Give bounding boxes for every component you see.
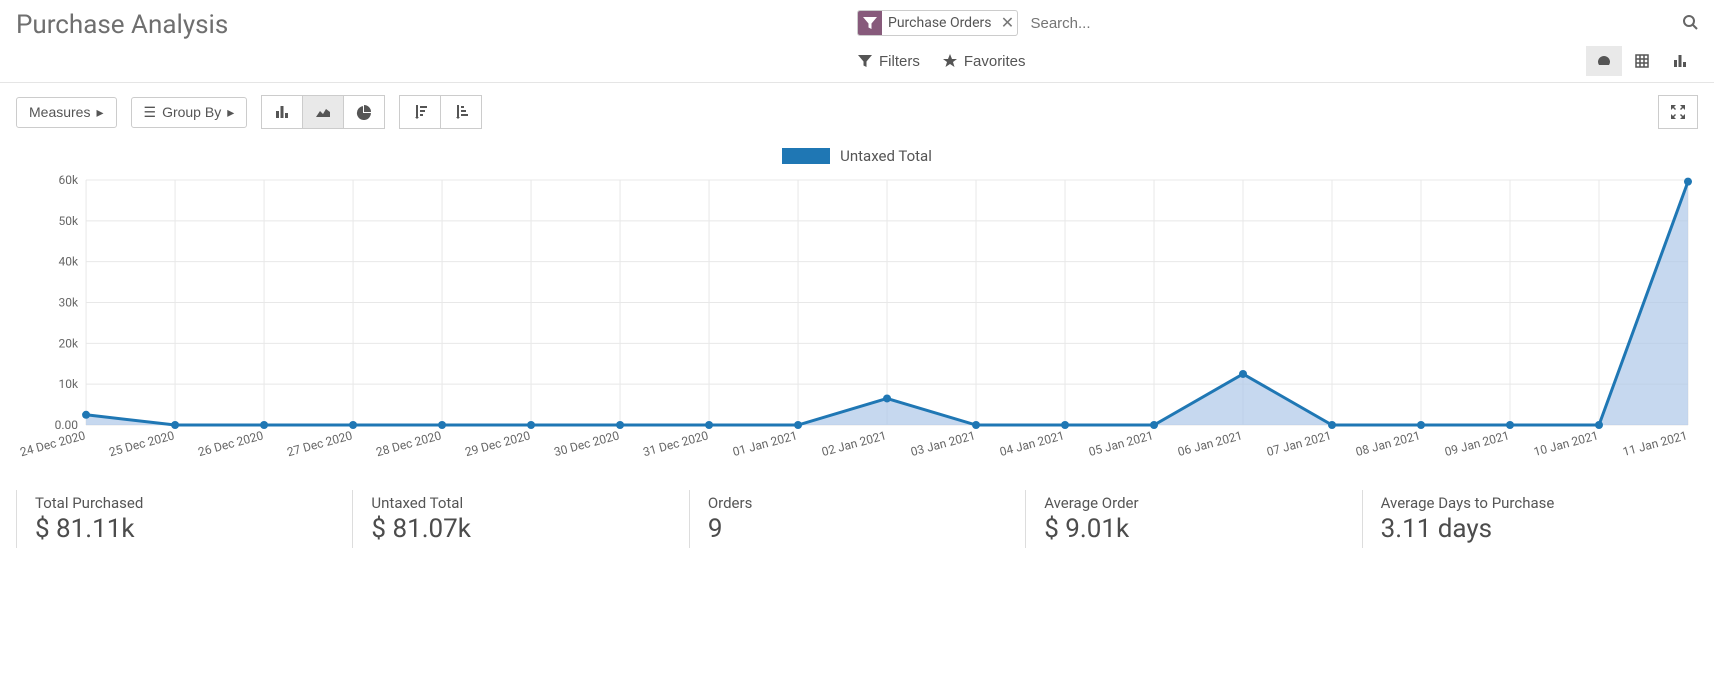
legend-swatch — [782, 148, 830, 164]
chart-legend: Untaxed Total — [0, 141, 1714, 170]
caret-right-icon: ▸ — [227, 104, 234, 121]
header-right: Purchase Orders ✕ Filters Favorites — [857, 10, 1698, 82]
control-panel: Purchase Analysis Purchase Orders ✕ — [0, 0, 1714, 83]
page-title: Purchase Analysis — [16, 10, 857, 40]
svg-text:03 Jan 2021: 03 Jan 2021 — [909, 428, 977, 459]
svg-text:29 Dec 2020: 29 Dec 2020 — [464, 428, 533, 459]
filter-icon — [858, 11, 882, 35]
stat-value: $ 81.11k — [35, 514, 334, 544]
line-chart[interactable]: 0.0010k20k30k40k50k60k24 Dec 202025 Dec … — [16, 170, 1698, 470]
svg-text:27 Dec 2020: 27 Dec 2020 — [286, 428, 355, 459]
list-icon: ☰ — [144, 104, 157, 121]
search-button[interactable] — [1682, 14, 1698, 33]
graph-toolbar: Measures ▸ ☰ Group By ▸ — [0, 83, 1714, 141]
svg-text:26 Dec 2020: 26 Dec 2020 — [197, 428, 266, 459]
pie-chart-icon — [356, 104, 372, 120]
groupby-label: Group By — [162, 104, 221, 120]
svg-text:24 Dec 2020: 24 Dec 2020 — [19, 428, 88, 459]
measures-label: Measures — [29, 104, 90, 120]
sort-asc-icon — [453, 104, 469, 120]
svg-text:31 Dec 2020: 31 Dec 2020 — [642, 428, 711, 459]
chart-container: 0.0010k20k30k40k50k60k24 Dec 202025 Dec … — [0, 170, 1714, 478]
svg-text:05 Jan 2021: 05 Jan 2021 — [1087, 428, 1155, 459]
svg-text:30 Dec 2020: 30 Dec 2020 — [553, 428, 622, 459]
stat-label: Total Purchased — [35, 494, 334, 512]
svg-text:07 Jan 2021: 07 Jan 2021 — [1265, 428, 1333, 459]
star-icon — [942, 53, 958, 69]
bar-chart-icon — [1672, 53, 1688, 69]
grid-icon — [1634, 53, 1650, 69]
search-input[interactable] — [1024, 11, 1676, 36]
caret-right-icon: ▸ — [96, 104, 103, 121]
stat-value: $ 9.01k — [1044, 514, 1343, 544]
groupby-button[interactable]: ☰ Group By ▸ — [131, 97, 248, 128]
svg-text:01 Jan 2021: 01 Jan 2021 — [731, 428, 799, 459]
filter-icon — [857, 53, 873, 69]
filters-dropdown[interactable]: Filters — [857, 53, 920, 70]
svg-text:30k: 30k — [58, 296, 79, 310]
header-left: Purchase Analysis — [16, 10, 857, 40]
legend-item[interactable]: Untaxed Total — [782, 147, 932, 165]
favorites-label: Favorites — [964, 53, 1026, 70]
svg-text:08 Jan 2021: 08 Jan 2021 — [1354, 428, 1422, 459]
close-icon: ✕ — [1001, 15, 1014, 32]
search-icon — [1682, 14, 1698, 30]
svg-text:06 Jan 2021: 06 Jan 2021 — [1176, 428, 1244, 459]
measures-button[interactable]: Measures ▸ — [16, 97, 117, 128]
stat-value: $ 81.07k — [371, 514, 670, 544]
bar-chart-icon — [274, 104, 290, 120]
stat-label: Average Order — [1044, 494, 1343, 512]
view-switcher — [1586, 46, 1698, 76]
stat-value: 3.11 days — [1381, 514, 1680, 544]
favorites-dropdown[interactable]: Favorites — [942, 53, 1026, 70]
facet-remove-button[interactable]: ✕ — [997, 13, 1017, 33]
graph-view-button[interactable] — [1662, 46, 1698, 76]
stat-orders[interactable]: Orders 9 — [689, 490, 1025, 548]
stat-avg-days[interactable]: Average Days to Purchase 3.11 days — [1362, 490, 1698, 548]
svg-text:02 Jan 2021: 02 Jan 2021 — [820, 428, 888, 459]
svg-text:10k: 10k — [58, 377, 79, 391]
stat-value: 9 — [708, 514, 1007, 544]
search-facet[interactable]: Purchase Orders ✕ — [857, 10, 1018, 36]
search-options-row: Filters Favorites — [857, 46, 1698, 82]
area-chart-icon — [315, 104, 331, 120]
svg-text:10 Jan 2021: 10 Jan 2021 — [1532, 428, 1600, 459]
sort-desc-button[interactable] — [399, 95, 441, 129]
sort-desc-icon — [412, 104, 428, 120]
svg-text:28 Dec 2020: 28 Dec 2020 — [375, 428, 444, 459]
stat-label: Untaxed Total — [371, 494, 670, 512]
filter-dropdowns: Filters Favorites — [857, 53, 1026, 70]
pie-chart-button[interactable] — [343, 95, 385, 129]
svg-text:50k: 50k — [58, 214, 79, 228]
stat-label: Orders — [708, 494, 1007, 512]
legend-label: Untaxed Total — [840, 147, 932, 165]
line-chart-button[interactable] — [302, 95, 344, 129]
dashboard-view-button[interactable] — [1586, 46, 1622, 76]
dashboard-icon — [1596, 53, 1612, 69]
svg-text:40k: 40k — [58, 255, 79, 269]
search-bar: Purchase Orders ✕ — [857, 10, 1698, 36]
svg-text:25 Dec 2020: 25 Dec 2020 — [108, 428, 177, 459]
bar-chart-button[interactable] — [261, 95, 303, 129]
stat-total-purchased[interactable]: Total Purchased $ 81.11k — [16, 490, 352, 548]
stat-label: Average Days to Purchase — [1381, 494, 1680, 512]
svg-text:11 Jan 2021: 11 Jan 2021 — [1621, 428, 1689, 459]
svg-text:04 Jan 2021: 04 Jan 2021 — [998, 428, 1066, 459]
expand-icon — [1670, 104, 1686, 120]
stat-average-order[interactable]: Average Order $ 9.01k — [1025, 490, 1361, 548]
sort-group — [399, 95, 482, 129]
chart-type-group — [261, 95, 385, 129]
svg-text:20k: 20k — [58, 336, 79, 350]
dashboard-stats: Total Purchased $ 81.11k Untaxed Total $… — [0, 478, 1714, 560]
facet-label: Purchase Orders — [882, 13, 997, 33]
expand-button[interactable] — [1658, 95, 1698, 129]
stat-untaxed-total[interactable]: Untaxed Total $ 81.07k — [352, 490, 688, 548]
pivot-view-button[interactable] — [1624, 46, 1660, 76]
sort-asc-button[interactable] — [440, 95, 482, 129]
svg-text:60k: 60k — [58, 173, 79, 187]
svg-text:09 Jan 2021: 09 Jan 2021 — [1443, 428, 1511, 459]
filters-label: Filters — [879, 53, 920, 70]
